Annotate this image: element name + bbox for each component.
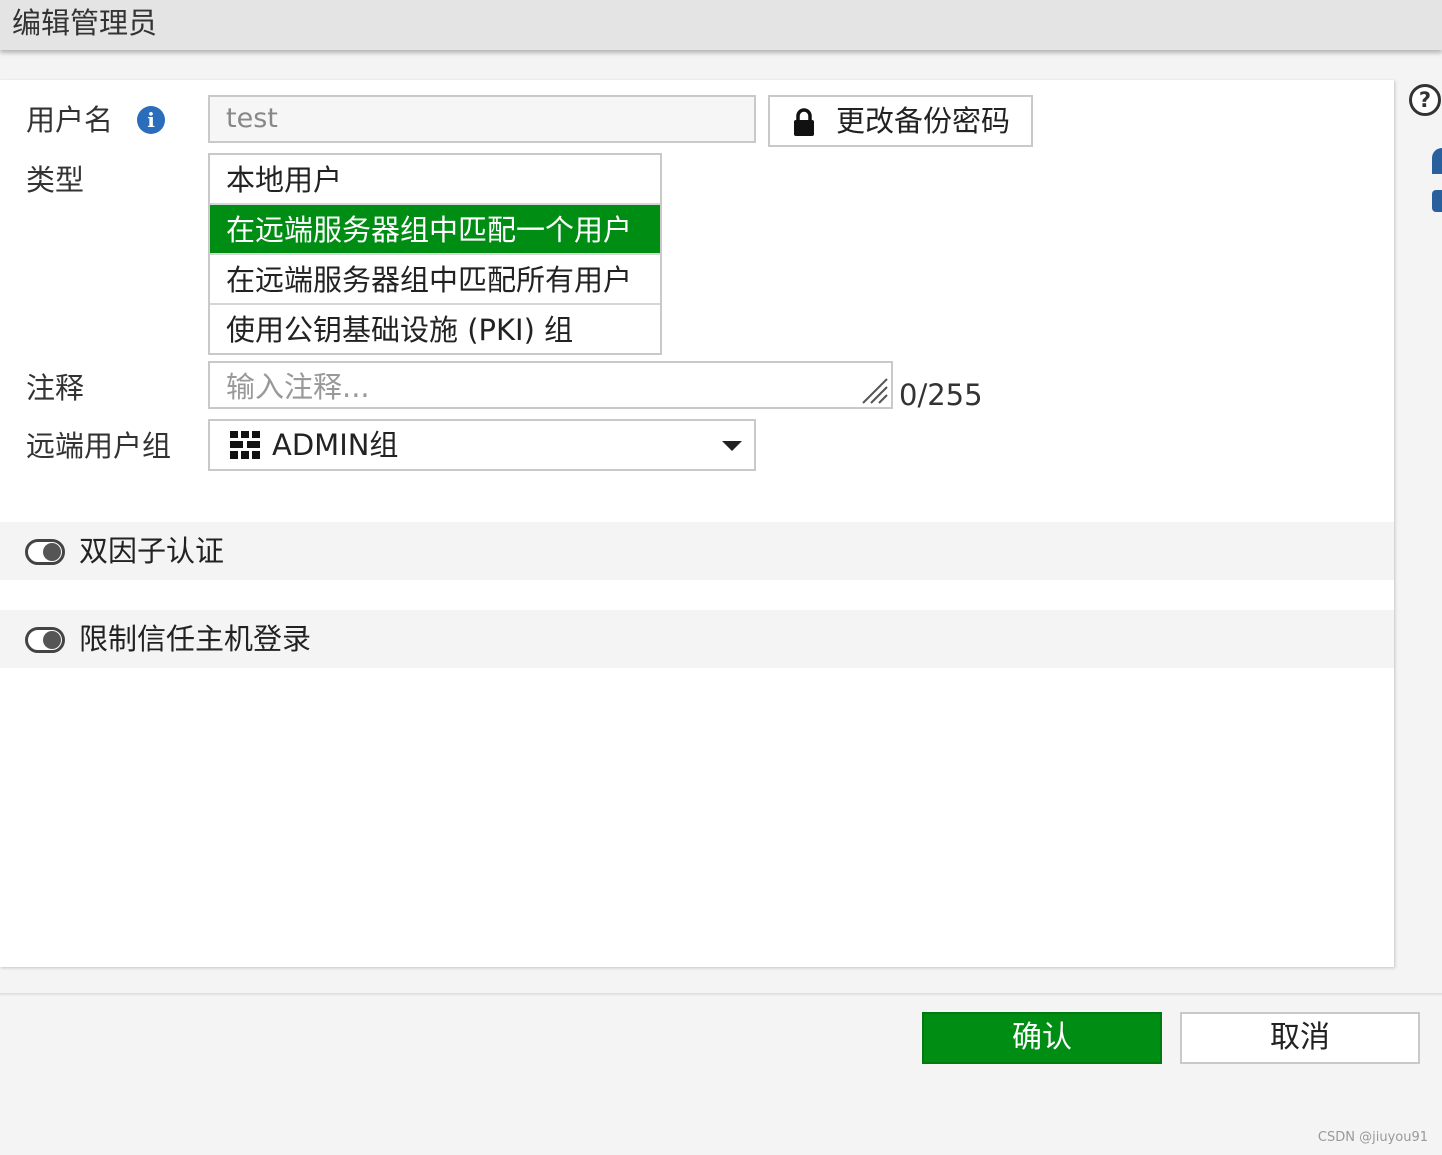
remote-group-label: 远端用户组 bbox=[26, 429, 172, 463]
confirm-button[interactable]: 确认 bbox=[922, 1012, 1162, 1064]
trusted-hosts-row: 限制信任主机登录 bbox=[0, 610, 1394, 668]
comment-char-counter: 0/255 bbox=[899, 378, 983, 412]
lock-icon bbox=[794, 108, 814, 136]
watermark: CSDN @jiuyou91 bbox=[1317, 1130, 1428, 1145]
side-panel-tab-icon[interactable] bbox=[1432, 148, 1442, 174]
type-label: 类型 bbox=[26, 163, 85, 197]
dialog-title-bar: 编辑管理员 bbox=[0, 0, 1442, 50]
remote-group-select[interactable]: ADMIN组 bbox=[208, 419, 756, 471]
footer-divider bbox=[0, 993, 1442, 996]
cancel-button[interactable]: 取消 bbox=[1180, 1012, 1420, 1064]
comment-label: 注释 bbox=[26, 371, 85, 405]
chevron-down-icon[interactable] bbox=[722, 441, 742, 451]
type-selector: 本地用户 在远端服务器组中匹配一个用户 在远端服务器组中匹配所有用户 使用公钥基… bbox=[208, 153, 662, 355]
type-option-match-all-remote[interactable]: 在远端服务器组中匹配所有用户 bbox=[210, 255, 660, 305]
two-factor-toggle[interactable] bbox=[25, 539, 65, 565]
user-group-icon bbox=[230, 431, 260, 459]
comment-textarea[interactable]: 输入注释... bbox=[208, 361, 893, 409]
remote-group-value: ADMIN组 bbox=[272, 428, 399, 462]
trusted-hosts-label: 限制信任主机登录 bbox=[79, 622, 312, 656]
help-icon[interactable]: ? bbox=[1409, 84, 1441, 116]
form-panel: 用户名 i test 更改备份密码 类型 本地用户 在远端服务器组中匹配一个用户… bbox=[0, 80, 1394, 967]
resize-handle-icon[interactable] bbox=[859, 375, 889, 405]
username-label: 用户名 bbox=[26, 103, 114, 137]
info-icon[interactable]: i bbox=[137, 106, 165, 134]
two-factor-label: 双因子认证 bbox=[79, 534, 225, 568]
username-field[interactable]: test bbox=[208, 95, 756, 143]
change-backup-password-label: 更改备份密码 bbox=[836, 104, 1011, 138]
type-option-local[interactable]: 本地用户 bbox=[210, 155, 660, 205]
trusted-hosts-toggle[interactable] bbox=[25, 627, 65, 653]
change-backup-password-button[interactable]: 更改备份密码 bbox=[768, 95, 1033, 147]
comment-placeholder: 输入注释... bbox=[226, 370, 370, 404]
type-option-match-one-remote[interactable]: 在远端服务器组中匹配一个用户 bbox=[210, 205, 660, 255]
dialog-title: 编辑管理员 bbox=[12, 6, 158, 40]
type-option-pki-group[interactable]: 使用公钥基础设施 (PKI) 组 bbox=[210, 305, 660, 355]
two-factor-row: 双因子认证 bbox=[0, 522, 1394, 580]
side-panel-tab-icon[interactable] bbox=[1432, 190, 1442, 212]
